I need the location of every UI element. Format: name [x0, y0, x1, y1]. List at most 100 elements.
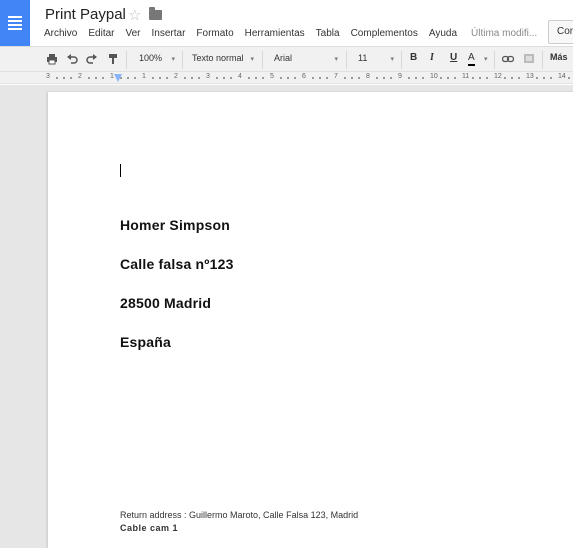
ruler-tick [479, 77, 481, 79]
ruler-tick [191, 77, 193, 79]
ruler-tick [447, 77, 449, 79]
ruler-tick [440, 77, 442, 79]
menu-archivo[interactable]: Archivo [44, 28, 77, 42]
ruler-tick [344, 77, 346, 79]
print-icon[interactable] [46, 53, 58, 65]
ruler-tick [511, 77, 513, 79]
ruler-tick [248, 77, 250, 79]
menu-editar[interactable]: Editar [88, 28, 114, 42]
ruler-number: 8 [366, 73, 370, 80]
ruler-tick [280, 77, 282, 79]
last-edit-link[interactable]: Última modifi... [471, 28, 537, 42]
folder-icon[interactable] [149, 7, 162, 20]
ruler-tick [184, 77, 186, 79]
ruler-number: 10 [430, 73, 438, 80]
ruler-tick [230, 77, 232, 79]
document-page[interactable]: Homer Simpson Calle falsa nº123 28500 Ma… [47, 92, 573, 548]
ruler-number: 2 [174, 73, 178, 80]
ruler-number: 1 [142, 73, 146, 80]
undo-icon[interactable] [66, 53, 78, 65]
ruler-tick [223, 77, 225, 79]
ruler-tick [351, 77, 353, 79]
ruler-tick [518, 77, 520, 79]
ruler-number: 14 [558, 73, 566, 80]
ruler-tick [383, 77, 385, 79]
ruler-tick [326, 77, 328, 79]
underline-button[interactable]: U [450, 52, 457, 68]
menu-complementos[interactable]: Complementos [351, 28, 418, 42]
ruler-tick [166, 77, 168, 79]
ruler-number: 3 [46, 73, 50, 80]
style-select[interactable]: Texto normal ▾ [192, 53, 254, 67]
ruler-tick [70, 77, 72, 79]
ruler-tick [543, 77, 545, 79]
ruler-tick [319, 77, 321, 79]
ruler-tick [504, 77, 506, 79]
ruler-number: 13 [526, 73, 534, 80]
app-header: Print Paypal ☆ Archivo Editar Ver Insert… [0, 0, 573, 46]
ruler-tick [568, 77, 570, 79]
ruler-tick [472, 77, 474, 79]
toolbar: 100% ▾ Texto normal ▾ Arial ▾ 11 ▾ B I U A ▾… [0, 46, 573, 72]
ruler-number: 4 [238, 73, 242, 80]
menu-formato[interactable]: Formato [196, 28, 233, 42]
text-color-button[interactable]: A [468, 52, 475, 66]
ruler-number: 1 [110, 73, 114, 80]
font-size-select[interactable]: 11 ▾ [358, 53, 394, 67]
address-line-country[interactable]: España [120, 334, 171, 350]
bold-button[interactable]: B [410, 52, 417, 68]
font-size-value: 11 [358, 53, 368, 63]
ruler-tick [63, 77, 65, 79]
document-title[interactable]: Print Paypal [45, 6, 126, 23]
ruler-tick [216, 77, 218, 79]
comments-button[interactable]: Com [548, 20, 573, 44]
text-cursor [120, 164, 121, 177]
ruler-tick [422, 77, 424, 79]
ruler: 3 2 1 1 2 3 4 5 6 7 8 9 10 11 12 13 14 [0, 72, 573, 84]
menu-herramientas[interactable]: Herramientas [245, 28, 305, 42]
paint-format-icon[interactable] [107, 53, 119, 65]
ruler-number: 2 [78, 73, 82, 80]
menu-insertar[interactable]: Insertar [152, 28, 186, 42]
font-value: Arial [274, 53, 293, 63]
ruler-tick [255, 77, 257, 79]
ruler-tick [262, 77, 264, 79]
zoom-select[interactable]: 100% ▾ [139, 53, 175, 67]
ruler-number: 11 [462, 73, 470, 80]
redo-icon[interactable] [86, 53, 98, 65]
ruler-tick [415, 77, 417, 79]
ruler-tick [536, 77, 538, 79]
ruler-tick [454, 77, 456, 79]
ruler-tick [127, 77, 129, 79]
return-address[interactable]: Return address : Guillermo Maroto, Calle… [120, 510, 358, 520]
more-button[interactable]: Más [550, 52, 568, 68]
star-icon[interactable]: ☆ [128, 6, 141, 24]
ruler-tick [56, 77, 58, 79]
menu-ver[interactable]: Ver [125, 28, 140, 42]
address-line-name[interactable]: Homer Simpson [120, 217, 230, 233]
docs-logo-icon[interactable] [0, 0, 30, 46]
italic-button[interactable]: I [430, 52, 434, 68]
ruler-tick [358, 77, 360, 79]
ruler-tick [390, 77, 392, 79]
address-line-street[interactable]: Calle falsa nº123 [120, 256, 234, 272]
ruler-tick [550, 77, 552, 79]
ruler-number: 9 [398, 73, 402, 80]
link-icon[interactable] [502, 53, 514, 65]
menu-ayuda[interactable]: Ayuda [429, 28, 457, 42]
font-select[interactable]: Arial ▾ [274, 53, 338, 67]
ruler-tick [102, 77, 104, 79]
menu-tabla[interactable]: Tabla [316, 28, 340, 42]
chevron-down-icon[interactable]: ▾ [484, 55, 488, 71]
document-canvas: Homer Simpson Calle falsa nº123 28500 Ma… [0, 85, 573, 548]
ruler-number: 3 [206, 73, 210, 80]
zoom-value: 100% [139, 53, 163, 63]
ruler-tick [198, 77, 200, 79]
ruler-tick [376, 77, 378, 79]
ruler-number: 6 [302, 73, 306, 80]
comment-icon[interactable] [523, 53, 535, 65]
ruler-tick [159, 77, 161, 79]
address-line-city[interactable]: 28500 Madrid [120, 295, 211, 311]
ruler-tick [95, 77, 97, 79]
footer-bold-text[interactable]: Cable cam 1 [120, 523, 178, 533]
